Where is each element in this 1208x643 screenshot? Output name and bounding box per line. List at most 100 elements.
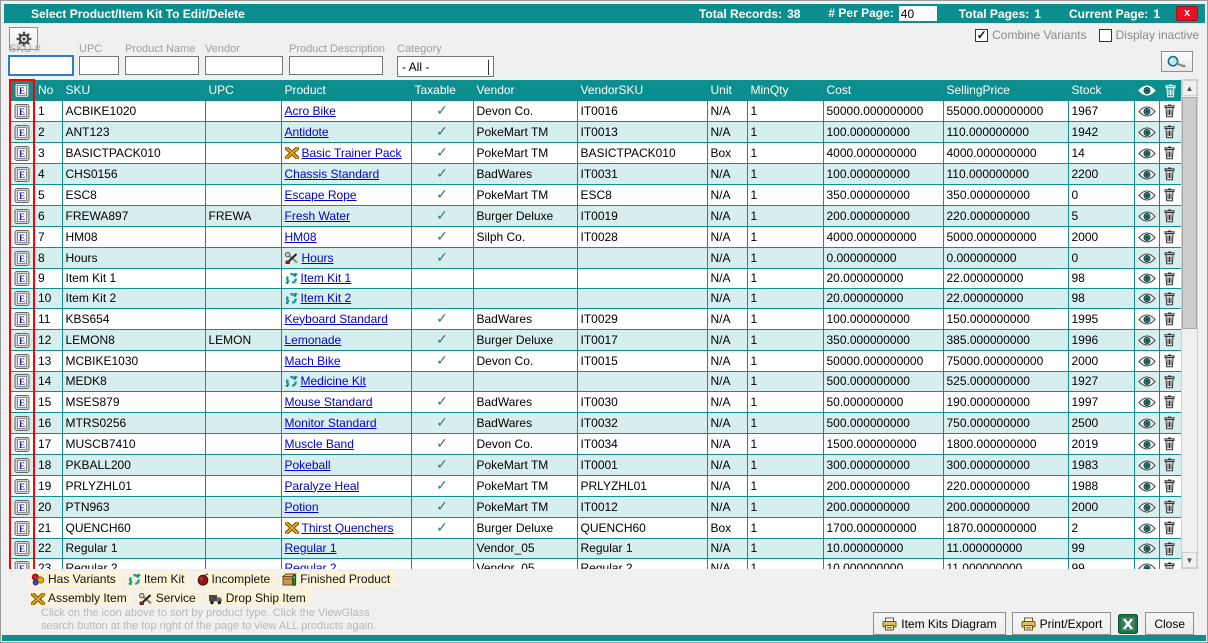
delete-product-button[interactable]	[1159, 434, 1181, 455]
product-link[interactable]: Escape Rope	[285, 188, 357, 202]
excel-export-button[interactable]	[1117, 613, 1139, 635]
product-link[interactable]: Thirst Quenchers	[302, 521, 394, 535]
legend-finished-product[interactable]: Finished Product	[280, 571, 395, 587]
product-link[interactable]: Chassis Standard	[285, 167, 380, 181]
view-product-button[interactable]	[1134, 351, 1159, 372]
product-link[interactable]: Item Kit 1	[301, 271, 352, 285]
edit-product-button[interactable]: E	[10, 269, 34, 289]
edit-product-button[interactable]: E	[10, 122, 34, 143]
delete-product-button[interactable]	[1159, 309, 1181, 330]
product-link[interactable]: Item Kit 2	[301, 291, 352, 305]
product-link[interactable]: Fresh Water	[285, 209, 351, 223]
view-product-button[interactable]	[1134, 476, 1159, 497]
delete-product-button[interactable]	[1159, 227, 1181, 248]
product-link[interactable]: Regular 2	[285, 561, 337, 569]
legend-drop-ship-item[interactable]: Drop Ship Item	[206, 590, 311, 606]
column-header-cost[interactable]: Cost	[823, 80, 943, 101]
delete-product-button[interactable]	[1159, 248, 1181, 269]
scroll-up-button[interactable]: ▲	[1182, 80, 1197, 96]
legend-item-kit[interactable]: Item Kit	[126, 571, 190, 587]
product-link[interactable]: Muscle Band	[285, 437, 354, 451]
product-name-filter-input[interactable]	[125, 56, 199, 75]
edit-product-button[interactable]: E	[10, 289, 34, 309]
edit-product-button[interactable]: E	[10, 392, 34, 413]
product-link[interactable]: Regular 1	[285, 541, 337, 555]
view-product-button[interactable]	[1134, 497, 1159, 518]
column-header-taxable[interactable]: Taxable	[411, 80, 473, 101]
vertical-scrollbar[interactable]: ▲ ▼	[1181, 79, 1198, 569]
delete-product-button[interactable]	[1159, 455, 1181, 476]
view-product-button[interactable]	[1134, 518, 1159, 539]
edit-product-button[interactable]: E	[10, 539, 34, 559]
edit-product-button[interactable]: E	[10, 518, 34, 539]
legend-assembly-item[interactable]: Assembly Item	[29, 590, 132, 606]
product-link[interactable]: Monitor Standard	[285, 416, 377, 430]
product-link[interactable]: Mouse Standard	[285, 395, 373, 409]
product-description-filter-input[interactable]	[289, 56, 383, 75]
edit-product-button[interactable]: E	[10, 248, 34, 269]
delete-product-button[interactable]	[1159, 143, 1181, 164]
edit-product-button[interactable]: E	[10, 559, 34, 570]
delete-product-button[interactable]	[1159, 122, 1181, 143]
delete-product-button[interactable]	[1159, 330, 1181, 351]
legend-has-variants[interactable]: Has Variants	[29, 571, 121, 587]
delete-product-button[interactable]	[1159, 101, 1181, 122]
edit-product-button[interactable]: E	[10, 413, 34, 434]
upc-filter-input[interactable]	[79, 56, 119, 75]
delete-product-button[interactable]	[1159, 559, 1181, 570]
view-product-button[interactable]	[1134, 372, 1159, 392]
edit-product-button[interactable]: E	[10, 206, 34, 227]
product-link[interactable]: Paralyze Heal	[285, 479, 360, 493]
delete-product-button[interactable]	[1159, 518, 1181, 539]
delete-product-button[interactable]	[1159, 476, 1181, 497]
view-product-button[interactable]	[1134, 309, 1159, 330]
per-page-input[interactable]	[899, 6, 937, 21]
vendor-filter-input[interactable]	[205, 56, 283, 75]
legend-service[interactable]: Service	[137, 590, 201, 606]
view-product-button[interactable]	[1134, 227, 1159, 248]
category-select[interactable]: - All -	[397, 56, 494, 77]
scroll-down-button[interactable]: ▼	[1182, 552, 1197, 568]
view-product-button[interactable]	[1134, 101, 1159, 122]
combine-variants-checkbox[interactable]: ✓	[975, 29, 988, 42]
legend-incomplete[interactable]: Incomplete	[195, 571, 276, 587]
delete-product-button[interactable]	[1159, 372, 1181, 392]
product-link[interactable]: Hours	[302, 251, 334, 265]
column-header-stock[interactable]: Stock	[1068, 80, 1134, 101]
delete-product-button[interactable]	[1159, 164, 1181, 185]
delete-product-button[interactable]	[1159, 289, 1181, 309]
close-window-button[interactable]: x	[1176, 6, 1198, 21]
item-kits-diagram-button[interactable]: Item Kits Diagram	[873, 612, 1005, 635]
view-product-button[interactable]	[1134, 413, 1159, 434]
view-product-button[interactable]	[1134, 539, 1159, 559]
edit-product-button[interactable]: E	[10, 497, 34, 518]
column-header-vendor[interactable]: Vendor	[473, 80, 577, 101]
product-link[interactable]: Potion	[285, 500, 319, 514]
edit-product-button[interactable]: E	[10, 227, 34, 248]
view-product-button[interactable]	[1134, 143, 1159, 164]
product-link[interactable]: HM08	[285, 230, 317, 244]
view-product-button[interactable]	[1134, 248, 1159, 269]
edit-product-button[interactable]: E	[10, 101, 34, 122]
delete-product-button[interactable]	[1159, 269, 1181, 289]
view-product-button[interactable]	[1134, 185, 1159, 206]
edit-product-button[interactable]: E	[10, 309, 34, 330]
sort-product-type-header-button[interactable]: E	[10, 80, 34, 101]
column-header-upc[interactable]: UPC	[205, 80, 281, 101]
sku-filter-input[interactable]	[9, 56, 73, 75]
edit-product-button[interactable]: E	[10, 330, 34, 351]
view-product-button[interactable]	[1134, 455, 1159, 476]
edit-product-button[interactable]: E	[10, 185, 34, 206]
viewglass-search-button[interactable]	[1161, 51, 1193, 72]
product-link[interactable]: Acro Bike	[285, 104, 336, 118]
column-header-sellingprice[interactable]: SellingPrice	[943, 80, 1068, 101]
column-header-sku[interactable]: SKU	[62, 80, 205, 101]
view-product-button[interactable]	[1134, 269, 1159, 289]
display-inactive-checkbox[interactable]	[1099, 29, 1112, 42]
scrollbar-thumb[interactable]	[1182, 97, 1197, 329]
print-export-button[interactable]: Print/Export	[1012, 612, 1112, 635]
edit-product-button[interactable]: E	[10, 351, 34, 372]
close-button[interactable]: Close	[1145, 612, 1194, 635]
column-header-vendorsku[interactable]: VendorSKU	[577, 80, 707, 101]
edit-product-button[interactable]: E	[10, 434, 34, 455]
